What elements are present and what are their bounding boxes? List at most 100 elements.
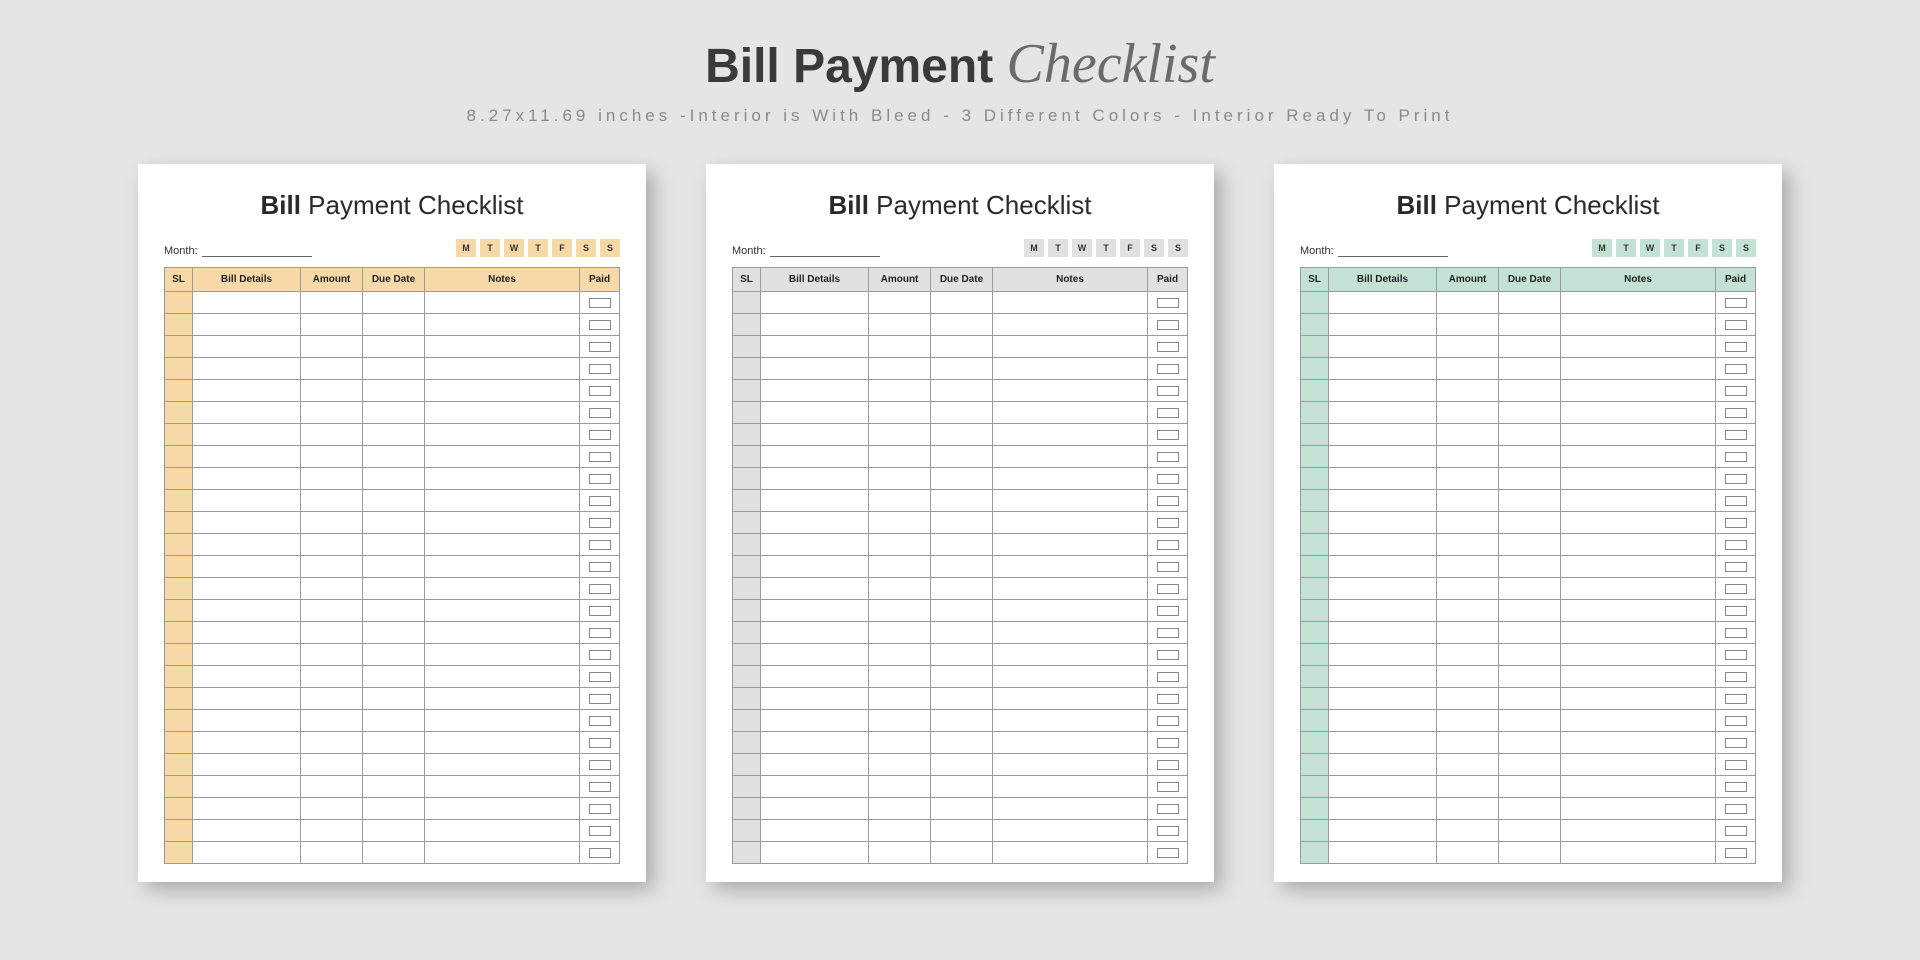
cell-amount[interactable] <box>869 622 931 644</box>
cell-due[interactable] <box>363 358 425 380</box>
cell-amount[interactable] <box>301 490 363 512</box>
day-box[interactable]: T <box>480 239 500 257</box>
cell-details[interactable] <box>761 798 869 820</box>
paid-checkbox[interactable] <box>1725 408 1747 418</box>
cell-notes[interactable] <box>425 358 580 380</box>
cell-amount[interactable] <box>1437 820 1499 842</box>
cell-sl[interactable] <box>1301 644 1329 666</box>
cell-notes[interactable] <box>1561 798 1716 820</box>
cell-details[interactable] <box>193 578 301 600</box>
cell-amount[interactable] <box>301 820 363 842</box>
cell-sl[interactable] <box>733 556 761 578</box>
cell-notes[interactable] <box>425 600 580 622</box>
cell-due[interactable] <box>931 644 993 666</box>
cell-amount[interactable] <box>869 468 931 490</box>
cell-amount[interactable] <box>1437 512 1499 534</box>
cell-due[interactable] <box>363 292 425 314</box>
cell-sl[interactable] <box>733 644 761 666</box>
cell-notes[interactable] <box>425 446 580 468</box>
cell-due[interactable] <box>931 512 993 534</box>
month-input-line[interactable] <box>770 247 880 257</box>
cell-sl[interactable] <box>733 732 761 754</box>
paid-checkbox[interactable] <box>1725 452 1747 462</box>
cell-sl[interactable] <box>733 336 761 358</box>
paid-checkbox[interactable] <box>1725 782 1747 792</box>
cell-notes[interactable] <box>993 842 1148 864</box>
cell-sl[interactable] <box>733 666 761 688</box>
cell-amount[interactable] <box>869 292 931 314</box>
cell-notes[interactable] <box>1561 468 1716 490</box>
cell-notes[interactable] <box>993 820 1148 842</box>
paid-checkbox[interactable] <box>1725 804 1747 814</box>
cell-sl[interactable] <box>1301 688 1329 710</box>
cell-notes[interactable] <box>993 358 1148 380</box>
cell-due[interactable] <box>363 644 425 666</box>
cell-details[interactable] <box>761 446 869 468</box>
cell-notes[interactable] <box>425 820 580 842</box>
cell-sl[interactable] <box>733 798 761 820</box>
cell-notes[interactable] <box>425 424 580 446</box>
cell-notes[interactable] <box>993 314 1148 336</box>
cell-amount[interactable] <box>301 556 363 578</box>
cell-details[interactable] <box>761 468 869 490</box>
cell-notes[interactable] <box>1561 688 1716 710</box>
cell-sl[interactable] <box>165 402 193 424</box>
cell-due[interactable] <box>363 732 425 754</box>
cell-notes[interactable] <box>993 490 1148 512</box>
cell-due[interactable] <box>1499 468 1561 490</box>
cell-notes[interactable] <box>1561 820 1716 842</box>
cell-notes[interactable] <box>425 666 580 688</box>
paid-checkbox[interactable] <box>1157 298 1179 308</box>
cell-notes[interactable] <box>1561 336 1716 358</box>
cell-notes[interactable] <box>425 798 580 820</box>
cell-notes[interactable] <box>993 534 1148 556</box>
cell-amount[interactable] <box>1437 732 1499 754</box>
cell-due[interactable] <box>1499 292 1561 314</box>
cell-sl[interactable] <box>165 754 193 776</box>
cell-notes[interactable] <box>425 578 580 600</box>
paid-checkbox[interactable] <box>589 430 611 440</box>
cell-due[interactable] <box>1499 798 1561 820</box>
cell-notes[interactable] <box>425 842 580 864</box>
cell-due[interactable] <box>363 446 425 468</box>
paid-checkbox[interactable] <box>1725 496 1747 506</box>
cell-amount[interactable] <box>1437 666 1499 688</box>
cell-notes[interactable] <box>1561 512 1716 534</box>
cell-sl[interactable] <box>733 402 761 424</box>
cell-due[interactable] <box>363 402 425 424</box>
paid-checkbox[interactable] <box>589 562 611 572</box>
cell-details[interactable] <box>193 622 301 644</box>
paid-checkbox[interactable] <box>1157 518 1179 528</box>
cell-due[interactable] <box>363 468 425 490</box>
cell-details[interactable] <box>761 622 869 644</box>
cell-due[interactable] <box>363 578 425 600</box>
cell-notes[interactable] <box>993 446 1148 468</box>
cell-details[interactable] <box>1329 820 1437 842</box>
paid-checkbox[interactable] <box>1725 738 1747 748</box>
cell-sl[interactable] <box>733 710 761 732</box>
cell-notes[interactable] <box>993 600 1148 622</box>
day-box[interactable]: W <box>504 239 524 257</box>
cell-details[interactable] <box>1329 380 1437 402</box>
cell-amount[interactable] <box>301 710 363 732</box>
cell-due[interactable] <box>363 666 425 688</box>
paid-checkbox[interactable] <box>1157 474 1179 484</box>
cell-notes[interactable] <box>425 754 580 776</box>
cell-details[interactable] <box>761 490 869 512</box>
day-box[interactable]: S <box>1144 239 1164 257</box>
cell-notes[interactable] <box>1561 754 1716 776</box>
cell-sl[interactable] <box>733 600 761 622</box>
paid-checkbox[interactable] <box>1725 320 1747 330</box>
cell-notes[interactable] <box>425 644 580 666</box>
cell-amount[interactable] <box>1437 556 1499 578</box>
cell-amount[interactable] <box>301 688 363 710</box>
cell-due[interactable] <box>931 468 993 490</box>
cell-sl[interactable] <box>733 446 761 468</box>
cell-notes[interactable] <box>1561 578 1716 600</box>
cell-notes[interactable] <box>993 512 1148 534</box>
cell-sl[interactable] <box>1301 622 1329 644</box>
paid-checkbox[interactable] <box>1725 716 1747 726</box>
cell-due[interactable] <box>931 710 993 732</box>
cell-notes[interactable] <box>1561 402 1716 424</box>
cell-sl[interactable] <box>165 600 193 622</box>
